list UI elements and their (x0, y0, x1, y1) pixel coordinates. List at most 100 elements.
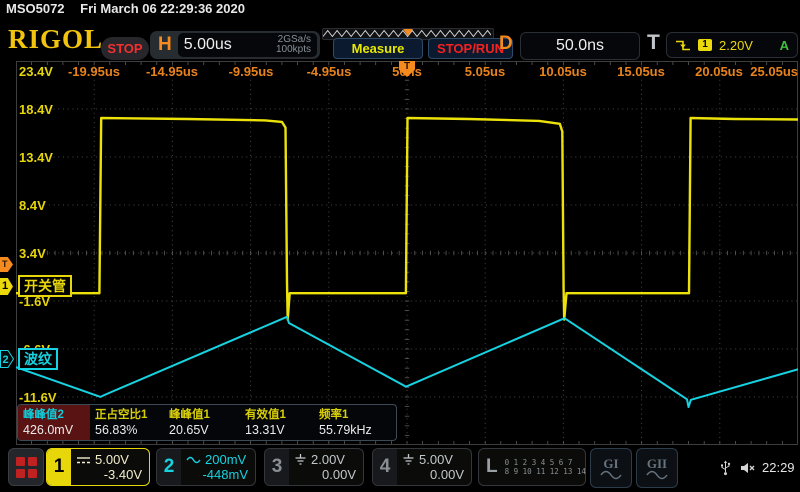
channel2-scale: 200mV (205, 452, 246, 467)
menu-grid-button[interactable] (8, 448, 44, 486)
measurement-name: 峰峰值2 (23, 408, 90, 423)
horizontal-label: H (158, 34, 172, 56)
trigger-level-value: 2.20V (719, 38, 753, 53)
time-label: -9.95us (211, 64, 291, 79)
time-label: -19.95us (54, 64, 134, 79)
channel2-info: 200mV -448mV (181, 449, 255, 485)
timebase-panel: 5.00us 2GSa/s 100kpts (178, 33, 317, 57)
generator2-button[interactable]: GII (636, 448, 678, 488)
measurement-bar[interactable]: 峰峰值2 426.0mV 正占空比1 56.83% 峰峰值1 20.65V 有效… (17, 404, 397, 441)
measurement-value: 20.65V (169, 423, 240, 437)
digital-row2: 8 9 10 11 12 13 14 15 (505, 467, 600, 476)
ground-coupling-icon (402, 454, 415, 465)
time-label: -4.95us (289, 64, 369, 79)
menu-square (16, 469, 25, 478)
channel4-button[interactable]: 4 5.00V 0.00V (372, 448, 472, 486)
measurement-name: 有效值1 (245, 408, 314, 423)
channel2-button[interactable]: 2 200mV -448mV (156, 448, 256, 486)
horizontal-timebase-panel[interactable]: H 5.00us 2GSa/s 100kpts (150, 31, 320, 59)
voltage-label: 8.4V (19, 198, 46, 213)
measurement-name: 频率1 (319, 408, 394, 423)
falling-edge-icon (675, 39, 691, 52)
channel3-button[interactable]: 3 2.00V 0.00V (264, 448, 364, 486)
waveform-display: 23.4V 18.4V 13.4V 8.4V 3.4V -1.6V -6.6V … (16, 61, 798, 445)
channel1-scale: 5.00V (95, 452, 129, 467)
digital-row1: 0 1 2 3 4 5 6 7 (505, 458, 600, 467)
channel3-number: 3 (265, 449, 289, 485)
measurement-item[interactable]: 有效值1 13.31V (240, 405, 314, 440)
speaker-muted-icon[interactable] (740, 462, 755, 474)
channel3-offset: 0.00V (294, 467, 356, 482)
record-trigger-marker (403, 29, 413, 36)
dc-coupling-icon (76, 455, 91, 465)
ch2-waveform-label[interactable]: 波纹 (18, 348, 58, 370)
time-label: -14.95us (132, 64, 212, 79)
acquisition-info: 2GSa/s 100kpts (276, 35, 311, 55)
ch1-waveform-label[interactable]: 开关管 (18, 275, 72, 297)
voltage-label: 3.4V (19, 246, 46, 261)
ground-coupling-icon (294, 454, 307, 465)
usb-icon (720, 460, 731, 476)
model-name: MSO5072 (6, 1, 65, 16)
measurement-item[interactable]: 峰峰值1 20.65V (164, 405, 240, 440)
digital-channels-button[interactable]: L 0 1 2 3 4 5 6 7 8 9 10 11 12 13 14 15 (478, 448, 586, 486)
bottom-status-bar: 1 5.00V -3.40V 2 200mV (0, 446, 800, 492)
trigger-source-badge: 1 (698, 39, 712, 51)
measurement-item[interactable]: 峰峰值2 426.0mV (18, 405, 90, 440)
voltage-label: -11.6V (19, 390, 57, 405)
measurement-value: 55.79kHz (319, 423, 394, 437)
menu-square (16, 457, 25, 466)
measurement-name: 峰峰值1 (169, 408, 240, 423)
time-label: 25.05us (728, 64, 798, 79)
time-label: 5.05us (445, 64, 525, 79)
ch2-position-marker[interactable]: 2 (0, 350, 14, 368)
channel2-offset: -448mV (186, 467, 248, 482)
channel1-button[interactable]: 1 5.00V -3.40V (46, 448, 150, 486)
channel3-info: 2.00V 0.00V (289, 449, 363, 485)
menu-square (28, 457, 37, 466)
ac-coupling-icon (186, 455, 201, 465)
trigger-level-marker[interactable]: T (0, 257, 13, 272)
channel2-number: 2 (157, 449, 181, 485)
generator1-button[interactable]: GI (590, 448, 632, 488)
title-bar: MSO5072 Fri March 06 22:29:36 2020 (6, 1, 245, 16)
delay-label: D (499, 33, 513, 55)
trigger-panel[interactable]: 1 2.20V A (666, 32, 798, 58)
channel1-info: 5.00V -3.40V (71, 449, 149, 485)
waveform-plot (16, 61, 798, 445)
measure-button[interactable]: Measure (333, 38, 423, 59)
time-label: 15.05us (601, 64, 681, 79)
digital-label: L (486, 456, 498, 478)
measurement-name: 正占空比1 (95, 408, 164, 423)
trigger-label: T (647, 31, 660, 55)
timebase-value: 5.00us (184, 36, 232, 54)
sine-icon (646, 470, 668, 480)
measurement-item[interactable]: 正占空比1 56.83% (90, 405, 164, 440)
channel4-info: 5.00V 0.00V (397, 449, 471, 485)
digital-channel-list: 0 1 2 3 4 5 6 7 8 9 10 11 12 13 14 15 (505, 458, 600, 476)
time-label: 10.05us (523, 64, 603, 79)
menu-square (28, 469, 37, 478)
sine-icon (600, 470, 622, 480)
channel4-number: 4 (373, 449, 397, 485)
ch1-position-marker[interactable]: 1 (0, 278, 13, 295)
voltage-label: 18.4V (19, 102, 53, 117)
svg-text:2: 2 (3, 354, 9, 366)
measurement-value: 426.0mV (23, 423, 90, 437)
generator1-label: GI (603, 457, 618, 470)
rigol-logo: RIGOL (8, 24, 103, 55)
channel4-offset: 0.00V (402, 467, 464, 482)
channel1-number: 1 (47, 449, 71, 485)
memory-depth: 100kpts (276, 45, 311, 55)
generator2-label: GII (647, 457, 667, 470)
measurement-value: 13.31V (245, 423, 314, 437)
run-state-badge: STOP (101, 37, 149, 60)
channel4-scale: 5.00V (419, 452, 453, 467)
trigger-sweep-mode: A (780, 38, 789, 53)
clock: 22:29 (762, 460, 795, 475)
datetime: Fri March 06 22:29:36 2020 (80, 1, 245, 16)
delay-panel[interactable]: 50.0ns (520, 32, 640, 60)
measurement-item[interactable]: 频率1 55.79kHz (314, 405, 394, 440)
voltage-label: 13.4V (19, 150, 53, 165)
delay-value: 50.0ns (556, 37, 604, 55)
